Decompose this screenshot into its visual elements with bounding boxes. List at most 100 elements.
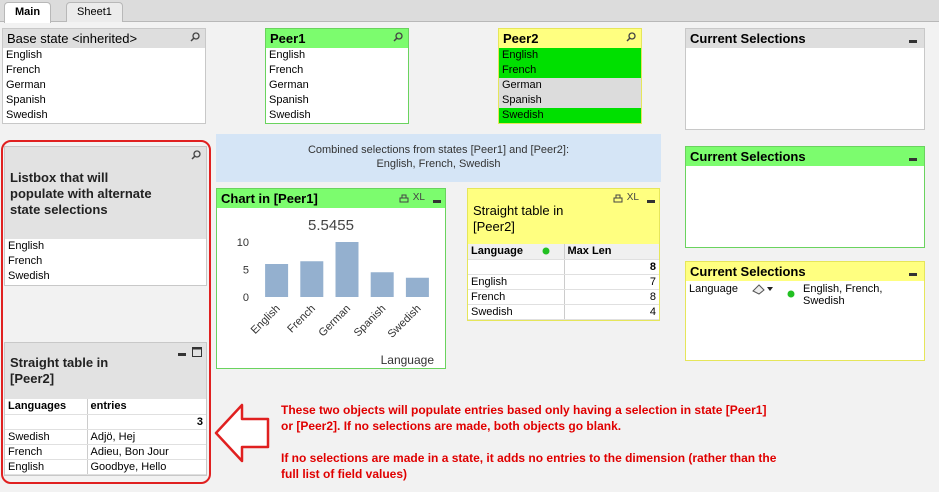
annotation-line: full list of field values) (281, 467, 408, 481)
bar (370, 272, 394, 297)
current-selections-caption: Current Selections (686, 147, 924, 166)
listbox-caption: Base state <inherited> (3, 29, 205, 48)
combined-text-line: English, French, Swedish (376, 158, 501, 170)
print-icon[interactable] (613, 194, 623, 204)
caption-title: Current Selections (690, 149, 806, 164)
search-icon[interactable] (626, 32, 636, 42)
table-row[interactable]: French 8 (468, 289, 659, 305)
table-body: Language Max Len 8 English 7 French 8 Sw… (468, 244, 659, 320)
annotation-highlight-frame (1, 140, 211, 484)
x-tick-label: French (285, 303, 318, 336)
y-tick-label: 0 (243, 292, 249, 304)
list-item-selected[interactable]: English (499, 48, 641, 63)
chart-value-label: 5.5455 (308, 217, 354, 234)
cell-value: 4 (564, 304, 659, 320)
annotation-line: or [Peer2]. If no selections are made, b… (281, 419, 622, 433)
list-item[interactable]: French (3, 63, 205, 78)
export-excel-icon[interactable]: XL (413, 192, 425, 203)
chart-peer1[interactable]: Chart in [Peer1] XL 5.5455 0 5 10 English Fre… (216, 188, 446, 369)
sheet-tab-bar: Main Sheet1 (0, 0, 939, 23)
table-row[interactable]: Swedish 4 (468, 304, 659, 320)
print-icon[interactable] (399, 194, 409, 204)
selection-values-line: English, French, (803, 283, 883, 295)
list-item-selected[interactable]: French (499, 63, 641, 78)
x-tick-label: German (317, 303, 354, 340)
annotation-spacer (281, 434, 931, 450)
annotation-line: If no selections are made in a state, it… (281, 451, 777, 465)
combined-selections-text: Combined selections from states [Peer1] … (216, 134, 661, 182)
listbox-base-state[interactable]: Base state <inherited> English French Ge… (2, 28, 206, 124)
selection-values-line: Swedish (803, 295, 845, 307)
y-tick-label: 10 (237, 237, 249, 249)
bar (335, 242, 359, 297)
cell-language[interactable]: Swedish (468, 304, 565, 320)
cell-value: 7 (564, 274, 659, 290)
listbox-caption: Peer2 (499, 29, 641, 48)
list-item-excluded[interactable]: German (499, 78, 641, 93)
x-axis-label: Language (381, 353, 435, 367)
selection-status-dot-icon (542, 247, 549, 255)
list-item[interactable]: Swedish (266, 108, 408, 123)
bar (405, 277, 429, 297)
annotation-line: These two objects will populate entries … (281, 403, 767, 417)
minimize-icon[interactable] (909, 158, 917, 161)
current-selections-peer2-box: Current Selections Language English, Fre… (685, 261, 925, 361)
table-row[interactable]: English 7 (468, 274, 659, 290)
annotation-arrow-icon (214, 403, 270, 463)
x-tick-label: English (249, 303, 283, 337)
cell-language[interactable]: French (468, 289, 565, 305)
list-item[interactable]: Spanish (3, 93, 205, 108)
caption-title: Current Selections (690, 31, 806, 46)
tab-sheet1[interactable]: Sheet1 (66, 2, 123, 22)
table-total-row: 8 (468, 259, 659, 275)
table-title: Straight table in [Peer2] (473, 203, 563, 235)
column-header-label: Language (471, 245, 523, 258)
listbox-title: Base state <inherited> (7, 31, 138, 46)
table-caption: Straight table in [Peer2] XL (468, 189, 659, 244)
bar (300, 261, 324, 297)
bar (265, 264, 289, 297)
selection-status-dot-icon (787, 290, 795, 298)
cell-language[interactable]: English (468, 274, 565, 290)
total-value: 8 (564, 259, 659, 275)
list-item[interactable]: Swedish (3, 108, 205, 123)
list-item[interactable]: French (266, 63, 408, 78)
column-header-language[interactable]: Language (468, 244, 565, 260)
tab-main[interactable]: Main (4, 2, 52, 23)
table-header-row: Language Max Len (468, 244, 659, 260)
table-title-line: Straight table in (473, 203, 564, 218)
minimize-icon[interactable] (909, 273, 917, 276)
list-item[interactable]: German (3, 78, 205, 93)
minimize-icon[interactable] (647, 200, 655, 203)
chart-title: Chart in [Peer1] (221, 191, 318, 206)
list-item[interactable]: English (266, 48, 408, 63)
minimize-icon[interactable] (909, 40, 917, 43)
total-label (468, 259, 565, 275)
x-tick-label: Swedish (386, 303, 424, 341)
search-icon[interactable] (190, 32, 200, 42)
current-selections-caption: Current Selections (686, 29, 924, 48)
list-item[interactable]: German (266, 78, 408, 93)
current-selections-caption: Current Selections (686, 262, 924, 281)
eraser-dropdown-icon[interactable] (751, 283, 775, 295)
selection-values: English, French, Swedish (803, 283, 882, 307)
search-icon[interactable] (393, 32, 403, 42)
export-excel-icon[interactable]: XL (627, 192, 639, 203)
table-title-line: [Peer2] (473, 219, 515, 234)
column-header-max-len[interactable]: Max Len (564, 244, 659, 260)
list-item[interactable]: Spanish (266, 93, 408, 108)
annotation-text: These two objects will populate entries … (281, 402, 931, 482)
table-peer2-right[interactable]: Straight table in [Peer2] XL Language Ma… (467, 188, 660, 321)
current-selections-box: Current Selections (685, 28, 925, 130)
list-item-excluded[interactable]: Spanish (499, 93, 641, 108)
listbox-peer1[interactable]: Peer1 English French German Spanish Swed… (265, 28, 409, 124)
listbox-peer2[interactable]: Peer2 English French German Spanish Swed… (498, 28, 642, 124)
listbox-caption: Peer1 (266, 29, 408, 48)
y-tick-label: 5 (243, 265, 249, 277)
minimize-icon[interactable] (433, 200, 441, 203)
list-item-selected[interactable]: Swedish (499, 108, 641, 123)
listbox-title: Peer1 (270, 31, 306, 46)
chart-caption: Chart in [Peer1] (217, 189, 445, 208)
list-item[interactable]: English (3, 48, 205, 63)
bar-chart: 5.5455 0 5 10 English FrenchGermanSpanishSwed… (237, 217, 435, 367)
